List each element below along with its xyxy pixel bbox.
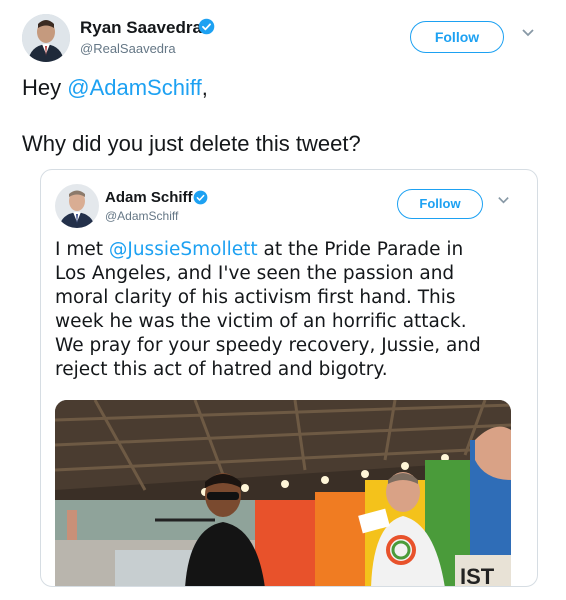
quoted-tweet-text: I met @JussieSmollett at the Pride Parad… [55,238,531,382]
quoted-author-avatar[interactable] [55,184,99,228]
quoted-text-line5: We pray for your speedy recovery, Jussie… [55,335,481,356]
quoted-follow-button[interactable]: Follow [397,189,483,219]
tweet-photo[interactable]: IST [55,400,511,587]
author-avatar[interactable] [22,14,70,62]
verified-badge-icon [193,190,208,205]
tweet-text-line1: Hey @AdamSchiff, [22,74,208,102]
quoted-text-prefix: I met [55,239,109,260]
tweet-text-line2: Why did you just delete this tweet? [22,131,361,156]
quoted-text-line1: I met @JussieSmollett at the Pride Parad… [55,238,531,262]
quoted-author-name[interactable]: Adam Schiff [105,189,193,206]
chevron-down-icon[interactable] [497,193,510,211]
chevron-down-icon[interactable] [521,25,535,44]
quoted-text-line1-suffix: at the Pride Parade in [257,239,464,260]
quoted-text-line2: Los Angeles, and I've seen the passion a… [55,263,455,284]
mention-link-jussiesmollett[interactable]: @JussieSmollett [109,239,258,260]
parade-photo-image: IST [55,400,511,587]
quoted-author-handle[interactable]: @AdamSchiff [105,209,178,223]
verified-badge-icon [198,18,215,35]
mention-link-adamschiff[interactable]: @AdamSchiff [67,75,201,100]
quoted-text-line4: week he was the victim of an horrific at… [55,311,467,332]
tweet-text-suffix: , [201,75,208,100]
author-handle[interactable]: @RealSaavedra [80,41,176,56]
quoted-text-line3: moral clarity of his activism first hand… [55,287,456,308]
quoted-text-line6: reject this act of hatred and bigotry. [55,359,388,380]
tweet-text-prefix: Hey [22,75,68,100]
quoted-tweet-card[interactable]: Adam Schiff @AdamSchiff Follow I met @Ju… [40,169,538,587]
author-name[interactable]: Ryan Saavedra [80,18,202,38]
person-avatar-icon [22,14,70,62]
person-avatar-icon [55,184,99,228]
follow-button[interactable]: Follow [410,21,504,53]
photo-sign-text: IST [460,564,495,587]
